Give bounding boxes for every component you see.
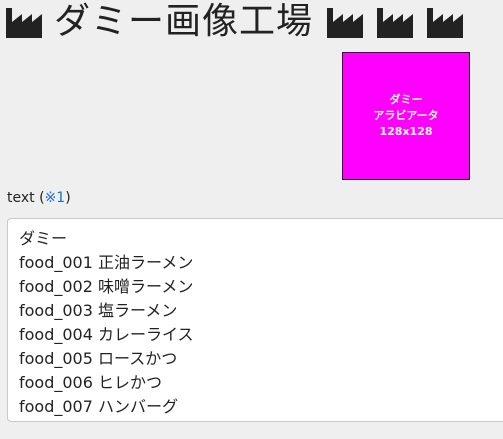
factory-icon — [327, 8, 364, 38]
preview-text-line: ダミー — [389, 93, 423, 106]
page-title: ダミー画像工場 — [54, 1, 314, 42]
text-line: food_002 味噌ラーメン — [19, 277, 194, 296]
preview-text-line: アラビアータ — [373, 109, 439, 122]
text-line: food_004 カレーライス — [19, 325, 194, 344]
text-line: ダミー — [19, 229, 68, 248]
dummy-image-preview: ダミー アラビアータ 128x128 — [342, 52, 470, 180]
factory-icon — [427, 8, 464, 38]
text-line: food_005 ロースかつ — [19, 349, 178, 368]
text-field-label: text (※1) — [7, 190, 71, 206]
text-label: text — [7, 190, 35, 206]
text-line: food_006 ヒレかつ — [19, 373, 162, 392]
text-line: food_001 正油ラーメン — [19, 253, 194, 272]
text-input-area[interactable]: ダミー food_001 正油ラーメン food_002 味噌ラーメン food… — [7, 218, 503, 422]
note-link[interactable]: ※1 — [45, 190, 66, 206]
note-close-paren: ) — [65, 190, 71, 206]
factory-icon — [377, 8, 414, 38]
note-open-paren: ( — [34, 190, 45, 206]
page-title-row: ダミー画像工場 — [4, 2, 475, 42]
text-line: food_003 塩ラーメン — [19, 301, 178, 320]
page: ダミー画像工場 ダミー アラビアータ 128x128 text (※1) ダミー… — [0, 0, 503, 439]
text-line: food_007 ハンバーグ — [19, 397, 178, 416]
factory-icon — [6, 8, 42, 38]
preview-size-label: 128x128 — [379, 125, 433, 138]
